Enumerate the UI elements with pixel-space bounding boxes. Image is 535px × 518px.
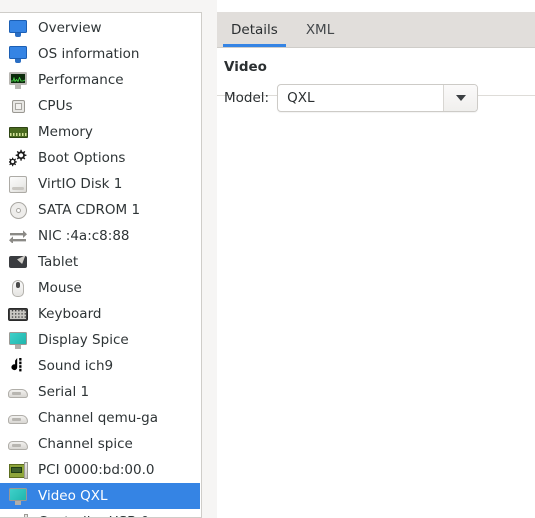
hardware-list-item[interactable]: Display Spice [0,327,200,353]
hardware-list-item[interactable]: Channel spice [0,431,200,457]
model-field-row: Model: QXL [224,84,479,112]
hardware-item-label: Channel spice [38,436,133,452]
hardware-item-icon [7,382,29,402]
hardware-item-label: Video QXL [38,488,108,504]
serial-port-icon [8,437,28,451]
hardware-list-item[interactable]: Performance [0,67,200,93]
sound-note-icon [8,357,28,375]
tab-details[interactable]: Details [217,12,292,47]
cpu-chip-icon [10,98,27,115]
hardware-list-item[interactable]: Video QXL [0,483,200,509]
tablet-pen-icon [9,254,27,270]
hardware-item-icon [7,330,29,350]
hardware-item-label: Boot Options [38,150,126,166]
chevron-down-icon[interactable] [443,85,478,111]
usb-controller-icon [8,513,28,517]
chevron-down-glyph [455,95,466,101]
hardware-list-item[interactable]: Memory [0,119,200,145]
hardware-list-item[interactable]: Mouse [0,275,200,301]
network-arrows-icon [8,229,28,244]
hardware-item-label: CPUs [38,98,73,114]
hardware-item-label: NIC :4a:c8:88 [38,228,130,244]
hardware-item-label: Display Spice [38,332,129,348]
hardware-list-item[interactable]: Sound ich9 [0,353,200,379]
hardware-item-icon [7,70,29,90]
hardware-item-icon [7,96,29,116]
monitor-teal-icon [9,331,27,349]
hardware-list-item[interactable]: Overview [0,15,200,41]
tab-xml-label: XML [305,21,335,38]
hard-disk-icon [9,175,27,193]
hardware-item-icon [7,122,29,142]
hardware-list-item[interactable]: Boot Options [0,145,200,171]
gears-icon [7,149,28,167]
hardware-item-icon [7,304,29,324]
hardware-item-icon [7,44,29,64]
model-combobox-value: QXL [287,90,315,106]
hardware-item-label: Memory [38,124,93,140]
tab-details-label: Details [231,21,278,38]
hardware-item-icon [7,278,29,298]
hardware-item-label: OS information [38,46,140,62]
hardware-item-icon [7,148,29,168]
hardware-item-icon [7,174,29,194]
hardware-list[interactable]: Overview OS information Performance CPUs Mem… [0,15,200,517]
hardware-list-item[interactable]: PCI 0000:bd:00.0 [0,457,200,483]
performance-monitor-icon [9,71,27,89]
model-combobox[interactable]: QXL [277,84,479,112]
hardware-item-label: SATA CDROM 1 [38,202,141,218]
details-content: Video Model: QXL [217,48,535,518]
keyboard-icon [8,307,28,321]
hardware-list-item[interactable]: OS information [0,41,200,67]
serial-port-icon [8,411,28,425]
pci-card-icon [8,461,28,479]
monitor-blue-icon [9,45,27,63]
hardware-item-label: Sound ich9 [38,358,114,374]
hardware-list-item[interactable]: NIC :4a:c8:88 [0,223,200,249]
tab-bar[interactable]: Details XML [217,12,535,48]
optical-disc-icon [9,201,27,219]
hardware-item-label: Controller USB 0 [38,514,149,517]
hardware-item-icon [7,486,29,506]
hardware-item-icon [7,460,29,480]
hardware-list-item[interactable]: Controller USB 0 [0,509,200,517]
hardware-list-item[interactable]: VirtIO Disk 1 [0,171,200,197]
hardware-item-label: Channel qemu-ga [38,410,159,426]
section-title-video: Video [224,59,267,75]
hardware-list-item[interactable]: Channel qemu-ga [0,405,200,431]
hardware-item-label: VirtIO Disk 1 [38,176,123,192]
hardware-list-panel[interactable]: Overview OS information Performance CPUs Mem… [0,12,202,518]
hardware-item-label: Performance [38,72,124,88]
hardware-list-item[interactable]: Tablet [0,249,200,275]
model-field-label: Model: [224,90,270,106]
hardware-item-icon [7,356,29,376]
hardware-list-item[interactable]: Keyboard [0,301,200,327]
hardware-item-icon [7,200,29,220]
hardware-item-label: Keyboard [38,306,102,322]
hardware-item-icon [7,408,29,428]
tab-xml[interactable]: XML [292,12,348,47]
hardware-item-label: Serial 1 [38,384,90,400]
memory-module-icon [8,126,28,139]
hardware-item-label: Overview [38,20,102,36]
hardware-item-icon [7,512,29,517]
hardware-item-icon [7,18,29,38]
hardware-item-label: Mouse [38,280,82,296]
serial-port-icon [8,385,28,399]
hardware-list-item[interactable]: SATA CDROM 1 [0,197,200,223]
hardware-list-item[interactable]: CPUs [0,93,200,119]
hardware-item-label: Tablet [38,254,79,270]
hardware-list-item[interactable]: Serial 1 [0,379,200,405]
hardware-item-label: PCI 0000:bd:00.0 [38,462,155,478]
hardware-item-icon [7,252,29,272]
virt-manager-hardware-details-window: Overview OS information Performance CPUs Mem… [0,0,535,518]
details-panel: Details XML Video Model: QXL [217,0,535,518]
mouse-icon [12,279,24,297]
hardware-item-icon [7,434,29,454]
monitor-teal-icon [9,487,27,505]
monitor-blue-icon [9,19,27,37]
hardware-item-icon [7,226,29,246]
